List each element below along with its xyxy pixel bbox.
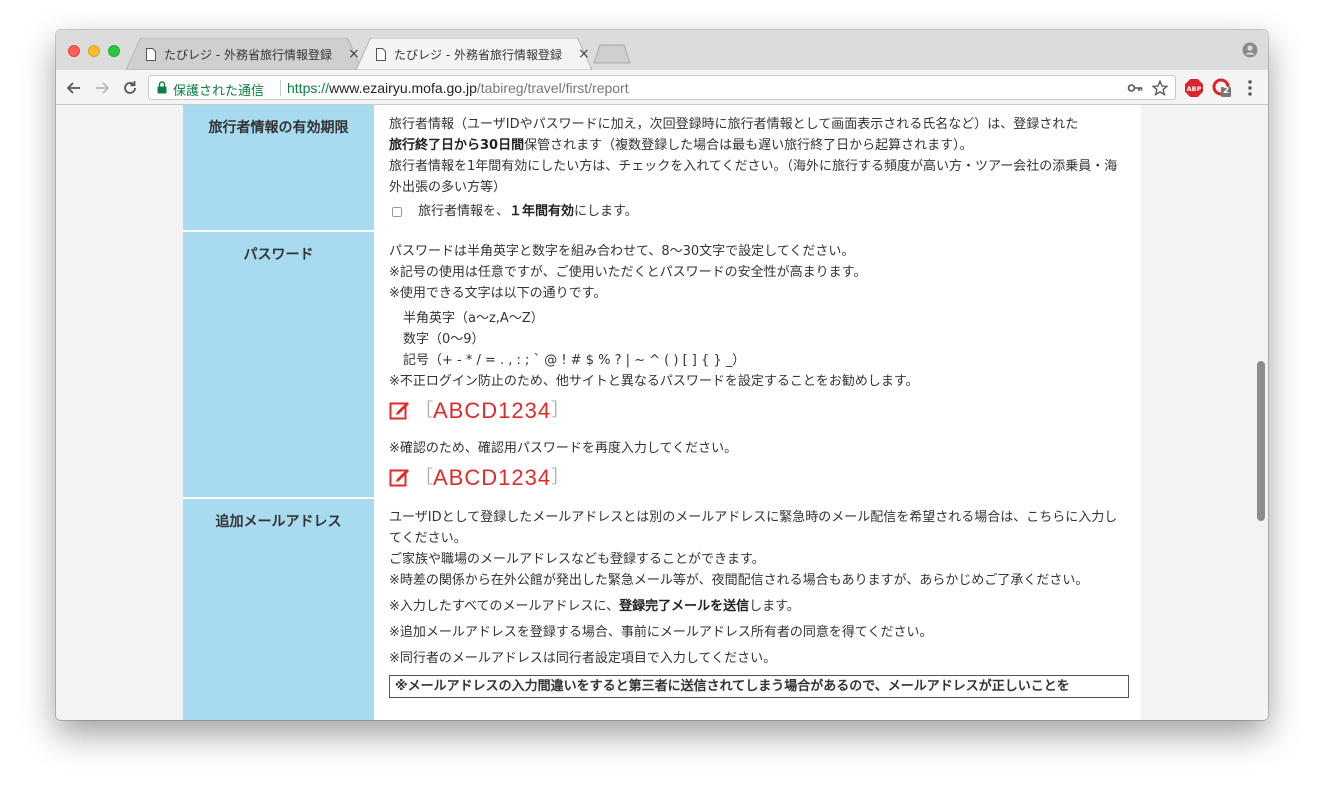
reload-icon[interactable] <box>120 78 140 98</box>
field-bracket-close: ］ <box>551 466 570 488</box>
extension-badge: 2 <box>1223 86 1230 96</box>
row-content: パスワードは半角英字と数字を組み合わせて、8〜30文字で設定してください。 ※記… <box>376 232 1141 497</box>
info-text: ※同行者のメールアドレスは同行者設定項目で入力してください。 <box>389 651 777 666</box>
one-year-option[interactable]: 旅行者情報を、１年間有効にします。 <box>389 201 1129 222</box>
window-close-button[interactable] <box>68 45 80 57</box>
window-maximize-button[interactable] <box>108 45 120 57</box>
adblock-plus-icon[interactable]: ABP <box>1184 78 1204 98</box>
edit-pen-icon <box>389 469 409 487</box>
info-text: ※追加メールアドレスを登録する場合、事前にメールアドレス所有者の同意を得てくださ… <box>389 625 933 640</box>
extension-icon[interactable]: 2 <box>1212 78 1232 98</box>
password-confirm-sample-value: ABCD1234 <box>433 464 552 490</box>
secure-connection-label: 保護された通信 <box>173 84 265 99</box>
password-sample-value: ABCD1234 <box>433 397 552 423</box>
omnibox-divider <box>280 80 281 96</box>
allowed-chars-symbols: 記号（+ - * / = . , : ; ` @ ! # $ % ? | ~ ^… <box>403 353 746 368</box>
info-text: ※不正ログイン防止のため、他サイトと異なるパスワードを設定することをお勧めします… <box>389 374 919 389</box>
one-year-checkbox[interactable] <box>392 206 402 217</box>
bookmark-star-icon[interactable] <box>1152 80 1168 96</box>
emphasis-text: 旅行終了日から30日間 <box>389 138 525 153</box>
allowed-chars-alpha: 半角英字（a〜z,A〜Z） <box>403 311 544 326</box>
field-bracket-open: ［ <box>415 466 433 488</box>
password-confirm-field[interactable]: ［ ABCD1234 ］ <box>389 465 1129 489</box>
menu-kebab-icon[interactable] <box>1240 78 1260 98</box>
scrollbar-thumb[interactable] <box>1257 361 1265 521</box>
vertical-scrollbar[interactable] <box>1253 105 1268 720</box>
row-label: 旅行者情報の有効期限 <box>183 105 376 230</box>
password-field[interactable]: ［ ABCD1234 ］ <box>389 398 1129 422</box>
browser-tab[interactable]: たびレジ - 外務省旅行情報登録 × <box>126 38 362 70</box>
field-bracket-close: ］ <box>551 399 570 421</box>
window-minimize-button[interactable] <box>88 45 100 57</box>
checkbox-label-bold: １年間有効 <box>509 204 575 219</box>
field-bracket-open: ［ <box>415 399 433 421</box>
back-arrow-icon[interactable] <box>64 78 84 98</box>
page-icon <box>146 47 156 61</box>
tab-title: たびレジ - 外務省旅行情報登録 <box>164 47 332 62</box>
row-content: 旅行者情報（ユーザIDやパスワードに加え，次回登録時に旅行者情報として画面表示さ… <box>376 105 1141 230</box>
tab-close-icon[interactable]: × <box>578 46 590 62</box>
address-bar[interactable]: 保護された通信 https://www.ezairyu.mofa.go.jp/t… <box>148 75 1176 100</box>
url-scheme: https:// <box>287 80 330 96</box>
key-icon[interactable] <box>1127 80 1143 96</box>
info-text: ※入力したすべてのメールアドレスに、登録完了メールを送信します。 <box>389 596 1129 617</box>
registration-form-table: 旅行者情報の有効期限 旅行者情報（ユーザIDやパスワードに加え，次回登録時に旅行… <box>183 105 1141 720</box>
info-text: ※時差の関係から在外公館が発出した緊急メール等が、夜間配信される場合もありますが… <box>389 573 1089 588</box>
info-text: パスワードは半角英字と数字を組み合わせて、8〜30文字で設定してください。 <box>389 244 855 259</box>
info-text: ※使用できる文字は以下の通りです。 <box>389 286 607 301</box>
tab-title: たびレジ - 外務省旅行情報登録 <box>394 47 562 62</box>
info-text: 旅行終了日から30日間保管されます（複数登録した場合は最も遅い旅行終了日から起算… <box>389 135 1129 156</box>
new-tab-button[interactable] <box>592 44 632 64</box>
info-text: ご家族や職場のメールアドレスなども登録することができます。 <box>389 552 765 567</box>
svg-text:ABP: ABP <box>1187 85 1202 93</box>
email-warning-box: ※メールアドレスの入力間違いをすると第三者に送信されてしまう場合があるので、メー… <box>389 675 1129 698</box>
info-text: 旅行者情報を1年間有効にしたい方は、チェックを入れてください。（海外に旅行する頻… <box>389 159 1118 195</box>
form-row-validity: 旅行者情報の有効期限 旅行者情報（ユーザIDやパスワードに加え，次回登録時に旅行… <box>183 105 1141 232</box>
profile-icon[interactable] <box>1242 42 1258 58</box>
url-host: www.ezairyu.mofa.go.jp <box>329 80 477 96</box>
url-text[interactable]: https://www.ezairyu.mofa.go.jp/tabireg/t… <box>287 80 629 96</box>
info-text: ※確認のため、確認用パスワードを再度入力してください。 <box>389 441 738 456</box>
checkbox-label: 旅行者情報を、１年間有効にします。 <box>418 201 638 222</box>
form-row-password: パスワード パスワードは半角英字と数字を組み合わせて、8〜30文字で設定してくだ… <box>183 232 1141 499</box>
info-text-pre: ※入力したすべてのメールアドレスに、 <box>389 599 620 614</box>
browser-tab-active[interactable]: たびレジ - 外務省旅行情報登録 × <box>356 38 592 70</box>
info-text-post: します。 <box>749 599 800 614</box>
form-row-additional-email: 追加メールアドレス ユーザIDとして登録したメールアドレスとは別のメールアドレス… <box>183 499 1141 720</box>
row-label: パスワード <box>183 232 376 497</box>
edit-pen-icon <box>389 402 409 420</box>
info-text: ※記号の使用は任意ですが、ご使用いただくとパスワードの安全性が高まります。 <box>389 265 867 280</box>
row-label: 追加メールアドレス <box>183 499 376 720</box>
checkbox-label-post: にします。 <box>574 204 638 219</box>
page-icon <box>376 47 386 61</box>
browser-window: たびレジ - 外務省旅行情報登録 × たびレジ - 外務省旅行情報登録 × 保護… <box>56 30 1268 720</box>
page-viewport[interactable]: 旅行者情報の有効期限 旅行者情報（ユーザIDやパスワードに加え，次回登録時に旅行… <box>56 105 1268 720</box>
row-content: ユーザIDとして登録したメールアドレスとは別のメールアドレスに緊急時のメール配信… <box>376 499 1141 720</box>
lock-icon <box>157 81 167 94</box>
info-text: 旅行者情報（ユーザIDやパスワードに加え，次回登録時に旅行者情報として画面表示さ… <box>389 117 1079 132</box>
url-path: /tabireg/travel/first/report <box>476 80 629 96</box>
allowed-chars-numbers: 数字（0〜9） <box>403 332 485 347</box>
checkbox-label-pre: 旅行者情報を、 <box>418 204 510 219</box>
info-text: ユーザIDとして登録したメールアドレスとは別のメールアドレスに緊急時のメール配信… <box>389 510 1118 546</box>
emphasis-text: 登録完了メールを送信 <box>619 599 750 614</box>
browser-toolbar: 保護された通信 https://www.ezairyu.mofa.go.jp/t… <box>56 70 1268 105</box>
info-text-rest: 保管されます（複数登録した場合は最も遅い旅行終了日から起算されます）。 <box>524 138 973 153</box>
forward-arrow-icon[interactable] <box>92 78 112 98</box>
title-bar: たびレジ - 外務省旅行情報登録 × たびレジ - 外務省旅行情報登録 × <box>56 30 1268 70</box>
